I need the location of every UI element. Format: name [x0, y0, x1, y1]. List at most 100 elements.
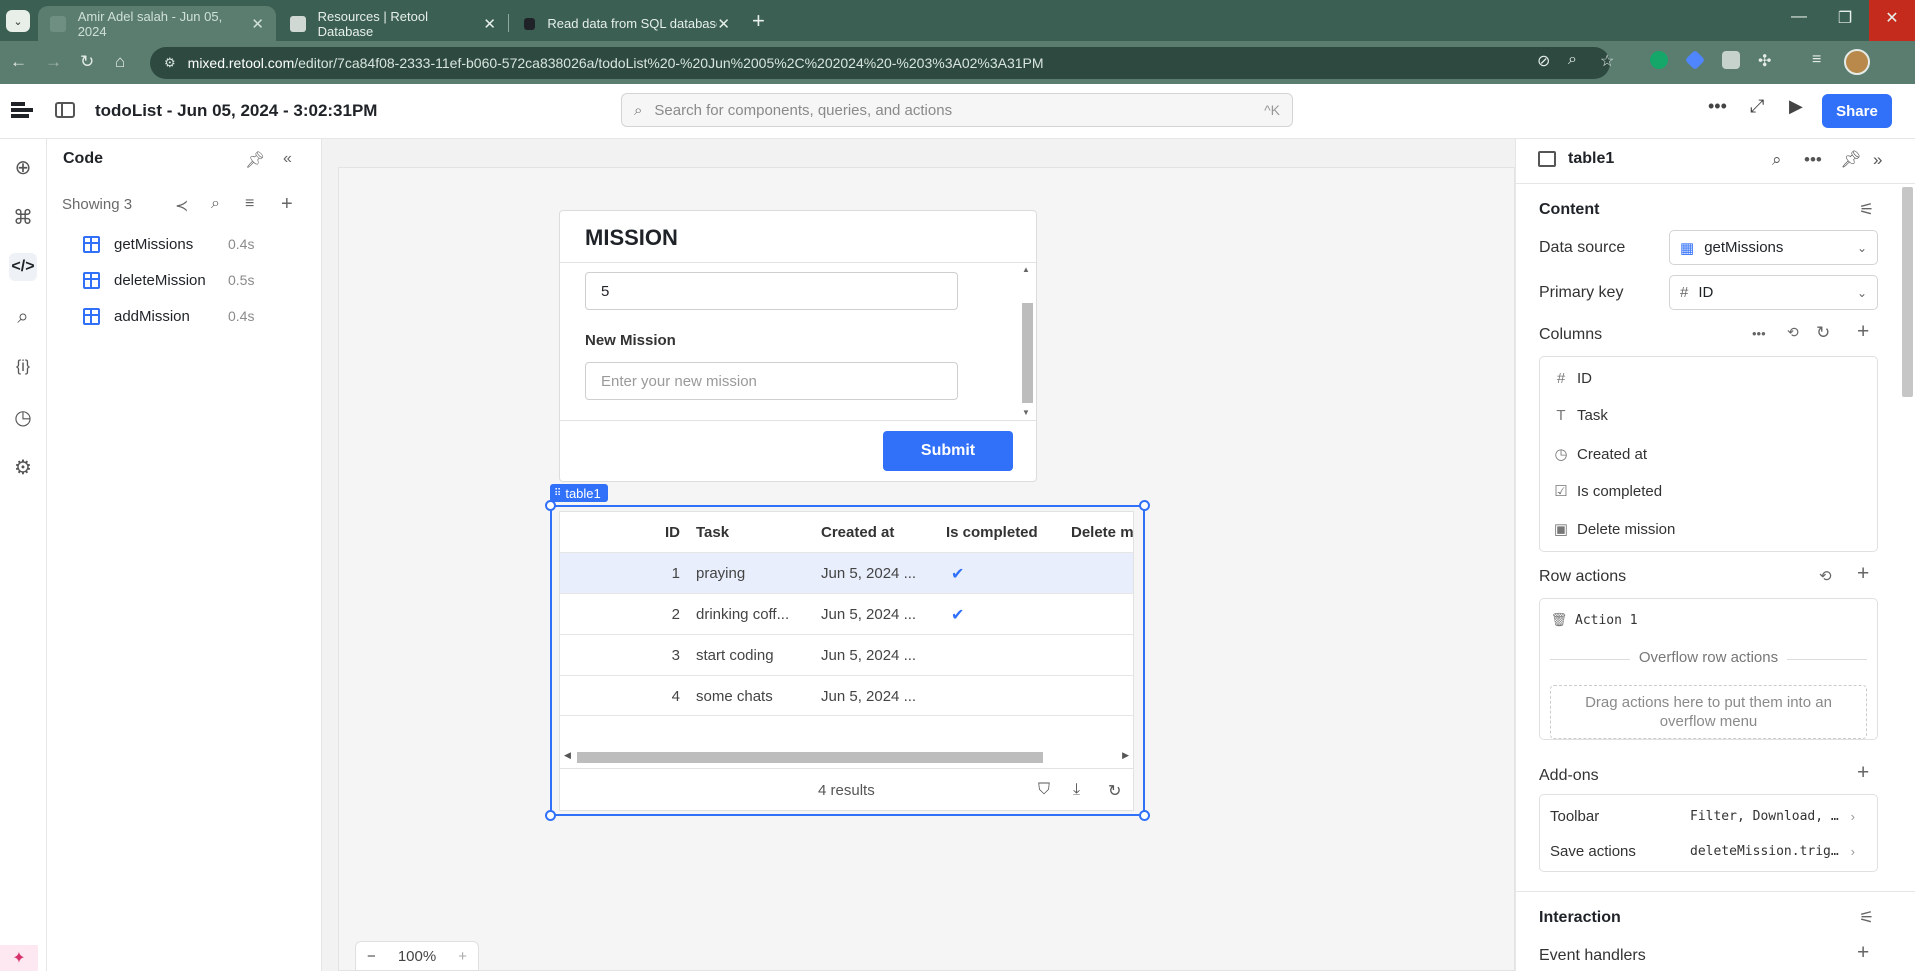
column-item-created-at[interactable]: ◷ Created at: [1552, 445, 1647, 464]
restore-button[interactable]: ❐: [1822, 8, 1868, 28]
component-name[interactable]: table1: [1568, 150, 1614, 168]
resize-handle[interactable]: [1139, 500, 1150, 511]
url-field[interactable]: ⚙ mixed.retool.com/editor/7ca84f08-2333-…: [150, 47, 1610, 79]
extension-blue-icon[interactable]: [1684, 49, 1706, 71]
add-query-icon[interactable]: +: [281, 193, 293, 216]
collapse-inspector-icon[interactable]: »: [1873, 150, 1882, 170]
download-icon[interactable]: ⤓: [1073, 781, 1080, 799]
column-header-task[interactable]: Task: [696, 512, 729, 552]
addon-save-actions[interactable]: Save actions deleteMission.trig… ›: [1550, 836, 1867, 866]
settings-gear-icon[interactable]: ⚙: [9, 453, 37, 481]
browser-tab-2[interactable]: Resources | Retool Database ✕: [278, 6, 508, 41]
vscode-icon[interactable]: ≺: [175, 196, 188, 216]
content-section-title[interactable]: Content: [1539, 201, 1599, 219]
query-item-deleteMission[interactable]: deleteMission 0.5s: [83, 265, 313, 295]
back-icon[interactable]: ←: [10, 52, 27, 72]
add-column-icon[interactable]: +: [1857, 320, 1869, 344]
primary-key-select[interactable]: # ID ⌄: [1669, 275, 1878, 310]
close-tab-icon[interactable]: ✕: [483, 15, 496, 33]
retool-logo-icon[interactable]: [11, 102, 33, 120]
more-options-icon[interactable]: •••: [1708, 96, 1727, 117]
column-header-id[interactable]: ID: [660, 512, 680, 552]
new-tab-button[interactable]: +: [752, 8, 765, 34]
table-row[interactable]: 3 start coding Jun 5, 2024 ...: [560, 634, 1133, 675]
addon-toolbar[interactable]: Toolbar Filter, Download, … ›: [1550, 801, 1867, 831]
table-row[interactable]: 2 drinking coff... Jun 5, 2024 ... ✔: [560, 593, 1133, 634]
search-icon[interactable]: ⌕: [1772, 150, 1782, 170]
code-icon[interactable]: </>: [9, 253, 37, 281]
minimize-button[interactable]: —: [1776, 8, 1822, 26]
selected-component-tag[interactable]: ⠿ table1: [550, 484, 608, 502]
table-horizontal-scrollbar[interactable]: ◀ ▶: [560, 750, 1133, 764]
close-tab-icon[interactable]: ✕: [717, 15, 730, 33]
app-title[interactable]: todoList - Jun 05, 2024 - 3:02:31PM: [95, 101, 377, 121]
preview-play-icon[interactable]: ▶: [1789, 96, 1803, 117]
add-component-icon[interactable]: ⊕: [9, 153, 37, 181]
search-queries-icon[interactable]: ⌕: [211, 195, 220, 213]
browser-tab-1[interactable]: Amir Adel salah - Jun 05, 2024 ✕: [38, 6, 276, 41]
search-icon[interactable]: ⌕: [9, 303, 37, 331]
form-scrollbar[interactable]: ▲ ▼: [1021, 265, 1033, 417]
expand-icon[interactable]: ⤢: [1750, 96, 1764, 117]
table-row[interactable]: 1 praying Jun 5, 2024 ... ✔: [560, 552, 1133, 593]
component-tree-icon[interactable]: ⌘: [9, 203, 37, 231]
more-options-icon[interactable]: •••: [1752, 326, 1766, 341]
interaction-section-title[interactable]: Interaction: [1539, 909, 1621, 927]
resize-handle[interactable]: [545, 500, 556, 511]
extension-shield-icon[interactable]: [1722, 51, 1740, 69]
state-icon[interactable]: {i}: [9, 353, 37, 381]
column-item-task[interactable]: T Task: [1552, 407, 1607, 424]
zoom-in-button[interactable]: +: [458, 948, 467, 965]
filter-icon[interactable]: ≡: [245, 195, 254, 213]
share-button[interactable]: Share: [1822, 94, 1892, 128]
column-header-is-completed[interactable]: Is completed: [946, 512, 1038, 552]
table-row[interactable]: 4 some chats Jun 5, 2024 ...: [560, 675, 1133, 716]
bookmark-star-icon[interactable]: ☆: [1600, 51, 1614, 71]
add-event-handler-icon[interactable]: +: [1857, 941, 1869, 965]
zoom-level[interactable]: 100%: [398, 948, 436, 965]
data-source-select[interactable]: ▦ getMissions ⌄: [1669, 230, 1878, 265]
zoom-icon[interactable]: ⌕: [1568, 51, 1577, 69]
forward-icon[interactable]: →: [45, 52, 62, 72]
resize-handle[interactable]: [545, 810, 556, 821]
filter-icon[interactable]: ⛉: [1038, 781, 1050, 799]
query-item-getMissions[interactable]: getMissions 0.4s: [83, 229, 313, 259]
profile-avatar[interactable]: [1844, 49, 1870, 75]
toggle-panel-icon[interactable]: [55, 102, 75, 118]
more-options-icon[interactable]: •••: [1804, 150, 1822, 170]
submit-button[interactable]: Submit: [883, 431, 1013, 471]
new-mission-input[interactable]: Enter your new mission: [585, 362, 958, 400]
drag-handle-icon[interactable]: ⠿: [554, 488, 561, 499]
assist-sparkle-icon[interactable]: ✦: [0, 945, 38, 971]
grammarly-extension-icon[interactable]: [1650, 51, 1668, 69]
tab-search-button[interactable]: ⌄: [6, 10, 30, 32]
column-header-delete-mission[interactable]: Delete m: [1071, 512, 1133, 552]
add-addon-icon[interactable]: +: [1857, 761, 1869, 785]
reset-columns-icon[interactable]: ⟲: [1787, 324, 1799, 341]
no-tracking-icon[interactable]: ⊘: [1537, 51, 1550, 71]
history-icon[interactable]: ◷: [9, 403, 37, 431]
mission-form[interactable]: MISSION 5 New Mission Enter your new mis…: [559, 210, 1037, 482]
overflow-drop-zone[interactable]: Drag actions here to put them into an ov…: [1550, 685, 1867, 739]
settings-sliders-icon[interactable]: ⚟: [1859, 200, 1874, 220]
missions-table[interactable]: ID Task Created at Is completed Delete m…: [559, 511, 1134, 811]
component-search-input[interactable]: ⌕ Search for components, queries, and ac…: [621, 93, 1293, 127]
reset-row-actions-icon[interactable]: ⟲: [1819, 567, 1832, 585]
query-item-addMission[interactable]: addMission 0.4s: [83, 301, 313, 331]
row-action-1[interactable]: 🗑︎ Action 1: [1550, 612, 1638, 628]
column-item-is-completed[interactable]: ☑ Is completed: [1552, 482, 1662, 501]
column-header-created-at[interactable]: Created at: [821, 512, 894, 552]
reload-icon[interactable]: ↻: [80, 52, 94, 72]
site-info-icon[interactable]: ⚙: [164, 55, 176, 71]
add-row-action-icon[interactable]: +: [1857, 562, 1869, 586]
media-controls-icon[interactable]: ≡: [1812, 51, 1821, 69]
number-input[interactable]: 5: [585, 272, 958, 310]
pin-icon[interactable]: 📌︎: [245, 150, 265, 170]
home-icon[interactable]: ⌂: [115, 52, 125, 72]
column-item-id[interactable]: # ID: [1552, 370, 1592, 387]
pin-icon[interactable]: 📌︎: [1840, 150, 1862, 170]
settings-sliders-icon[interactable]: ⚟: [1859, 908, 1874, 928]
extensions-puzzle-icon[interactable]: ✣: [1758, 51, 1771, 71]
refresh-icon[interactable]: ↻: [1108, 781, 1121, 801]
sync-columns-icon[interactable]: ↻: [1816, 323, 1830, 343]
